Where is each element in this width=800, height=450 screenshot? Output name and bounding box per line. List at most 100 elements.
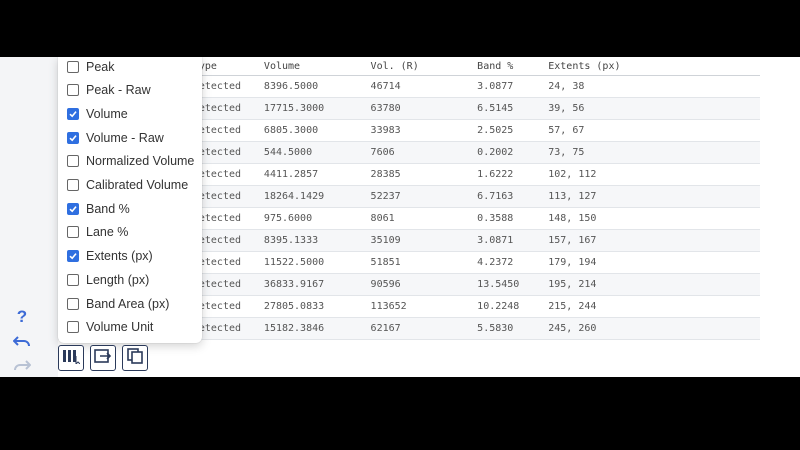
column-toggle-item[interactable]: Volume - Raw xyxy=(58,126,202,149)
checkbox-checked[interactable] xyxy=(67,131,79,144)
cell-extents: 157, 167 xyxy=(542,229,760,252)
columns-button[interactable] xyxy=(58,345,84,371)
cell-band: 5.5830 xyxy=(471,317,543,340)
cell-extents: 195, 214 xyxy=(542,273,760,296)
column-toggle-label: Peak xyxy=(86,59,115,74)
column-header-band[interactable]: Band % xyxy=(471,57,543,76)
cell-band: 6.7163 xyxy=(471,185,543,208)
cell-volume: 6805.3000 xyxy=(257,119,365,142)
cell-extents: 179, 194 xyxy=(542,251,760,274)
cell-extents: 113, 127 xyxy=(542,185,760,208)
columns-icon xyxy=(62,348,81,369)
column-header-extents[interactable]: Extents (px) xyxy=(542,57,760,76)
cell-volume: 4411.2857 xyxy=(257,163,365,186)
cell-extents: 57, 67 xyxy=(542,119,760,142)
cell-volume: 18264.1429 xyxy=(257,185,365,208)
column-toggle-label: Lane % xyxy=(86,225,129,240)
column-toggle-label: Band % xyxy=(86,201,130,216)
cell-volume: 8396.5000 xyxy=(257,75,365,98)
undo-icon[interactable] xyxy=(10,330,34,354)
column-toggle-label: Extents (px) xyxy=(86,249,153,264)
cell-volume: 11522.5000 xyxy=(257,251,365,274)
cell-extents: 102, 112 xyxy=(542,163,760,186)
column-toggle-item[interactable]: Volume xyxy=(58,102,202,125)
checkbox-unchecked[interactable] xyxy=(67,297,79,310)
column-toggle-item[interactable]: Normalized Volume xyxy=(58,150,202,173)
column-toggle-label: Volume Unit xyxy=(86,320,154,335)
cell-band: 3.0871 xyxy=(471,229,543,252)
left-toolbar: ? xyxy=(0,57,58,377)
cell-volume: 544.5000 xyxy=(257,141,365,164)
cell-extents: 39, 56 xyxy=(542,97,760,120)
bottom-toolbar xyxy=(58,343,154,373)
column-toggle-label: Band Area (px) xyxy=(86,296,170,311)
app-screen: ? t Type Volume Vol. (R) Band % xyxy=(0,57,800,377)
checkbox-checked[interactable] xyxy=(67,202,79,215)
cell-vol-r: 90596 xyxy=(364,273,472,296)
cell-vol-r: 62167 xyxy=(364,317,472,340)
checkbox-unchecked[interactable] xyxy=(67,84,79,97)
checkbox-checked[interactable] xyxy=(67,107,79,120)
column-toggle-label: Volume - Raw xyxy=(86,130,164,145)
cell-vol-r: 33983 xyxy=(364,119,472,142)
checkbox-checked[interactable] xyxy=(67,250,79,263)
column-toggle-item[interactable]: Lane % xyxy=(58,221,202,244)
column-toggle-label: Volume xyxy=(86,106,128,121)
cell-band: 10.2248 xyxy=(471,295,543,318)
checkbox-unchecked[interactable] xyxy=(67,179,79,191)
column-toggle-item[interactable]: Band % xyxy=(58,197,202,220)
checkbox-unchecked[interactable] xyxy=(67,226,79,239)
cell-volume: 17715.3000 xyxy=(257,97,365,120)
column-toggle-item[interactable]: Peak - Raw xyxy=(58,79,202,102)
cell-band: 1.6222 xyxy=(471,163,543,186)
cell-vol-r: 8061 xyxy=(364,207,472,230)
checkbox-unchecked[interactable] xyxy=(67,273,79,286)
cell-extents: 215, 244 xyxy=(542,295,760,318)
cell-band: 2.5025 xyxy=(471,119,543,142)
column-toggle-item[interactable]: Extents (px) xyxy=(58,245,202,268)
cell-extents: 73, 75 xyxy=(542,141,760,164)
column-toggle-item[interactable]: Peak xyxy=(58,57,202,78)
cell-vol-r: 51851 xyxy=(364,251,472,274)
redo-icon[interactable] xyxy=(10,354,34,377)
help-label: ? xyxy=(16,307,28,326)
cell-band: 4.2372 xyxy=(471,251,543,274)
cell-volume: 15182.3846 xyxy=(257,317,365,340)
cell-band: 13.5450 xyxy=(471,273,543,296)
cell-vol-r: 35109 xyxy=(364,229,472,252)
cell-vol-r: 28385 xyxy=(364,163,472,186)
cell-band: 3.0877 xyxy=(471,75,543,98)
column-toggle-item[interactable]: Band Area (px) xyxy=(58,292,202,315)
column-toggle-label: Peak - Raw xyxy=(86,83,151,98)
column-toggle-label: Normalized Volume xyxy=(86,154,195,169)
cell-volume: 8395.1333 xyxy=(257,229,365,252)
export-button[interactable] xyxy=(90,345,116,371)
cell-extents: 24, 38 xyxy=(542,75,760,98)
cell-volume: 975.6000 xyxy=(257,207,365,230)
column-toggle-item[interactable]: Calibrated Volume xyxy=(58,174,202,197)
cell-extents: 148, 150 xyxy=(542,207,760,230)
column-visibility-menu: Peak Peak - Raw Volume Volume - Raw Normaliz… xyxy=(58,57,202,343)
checkbox-unchecked[interactable] xyxy=(67,155,79,168)
cell-volume: 36833.9167 xyxy=(257,273,365,296)
cell-extents: 245, 260 xyxy=(542,317,760,340)
cell-band: 6.5145 xyxy=(471,97,543,120)
cell-vol-r: 113652 xyxy=(364,295,472,318)
cell-vol-r: 46714 xyxy=(364,75,472,98)
checkbox-unchecked[interactable] xyxy=(67,321,79,334)
column-header-volume[interactable]: Volume xyxy=(257,57,365,76)
column-toggle-label: Calibrated Volume xyxy=(86,178,189,192)
help-icon[interactable]: ? xyxy=(10,305,34,329)
cell-band: 0.3588 xyxy=(471,207,543,230)
export-icon xyxy=(94,348,112,369)
column-toggle-item[interactable]: Length (px) xyxy=(58,268,202,291)
column-header-vol-r[interactable]: Vol. (R) xyxy=(364,57,472,76)
copy-button[interactable] xyxy=(122,345,148,371)
cell-vol-r: 7606 xyxy=(364,141,472,164)
copy-icon xyxy=(126,347,144,370)
column-toggle-item[interactable]: Volume Unit xyxy=(58,316,202,339)
cell-vol-r: 52237 xyxy=(364,185,472,208)
cell-band: 0.2002 xyxy=(471,141,543,164)
checkbox-unchecked[interactable] xyxy=(67,60,79,73)
cell-volume: 27805.0833 xyxy=(257,295,365,318)
